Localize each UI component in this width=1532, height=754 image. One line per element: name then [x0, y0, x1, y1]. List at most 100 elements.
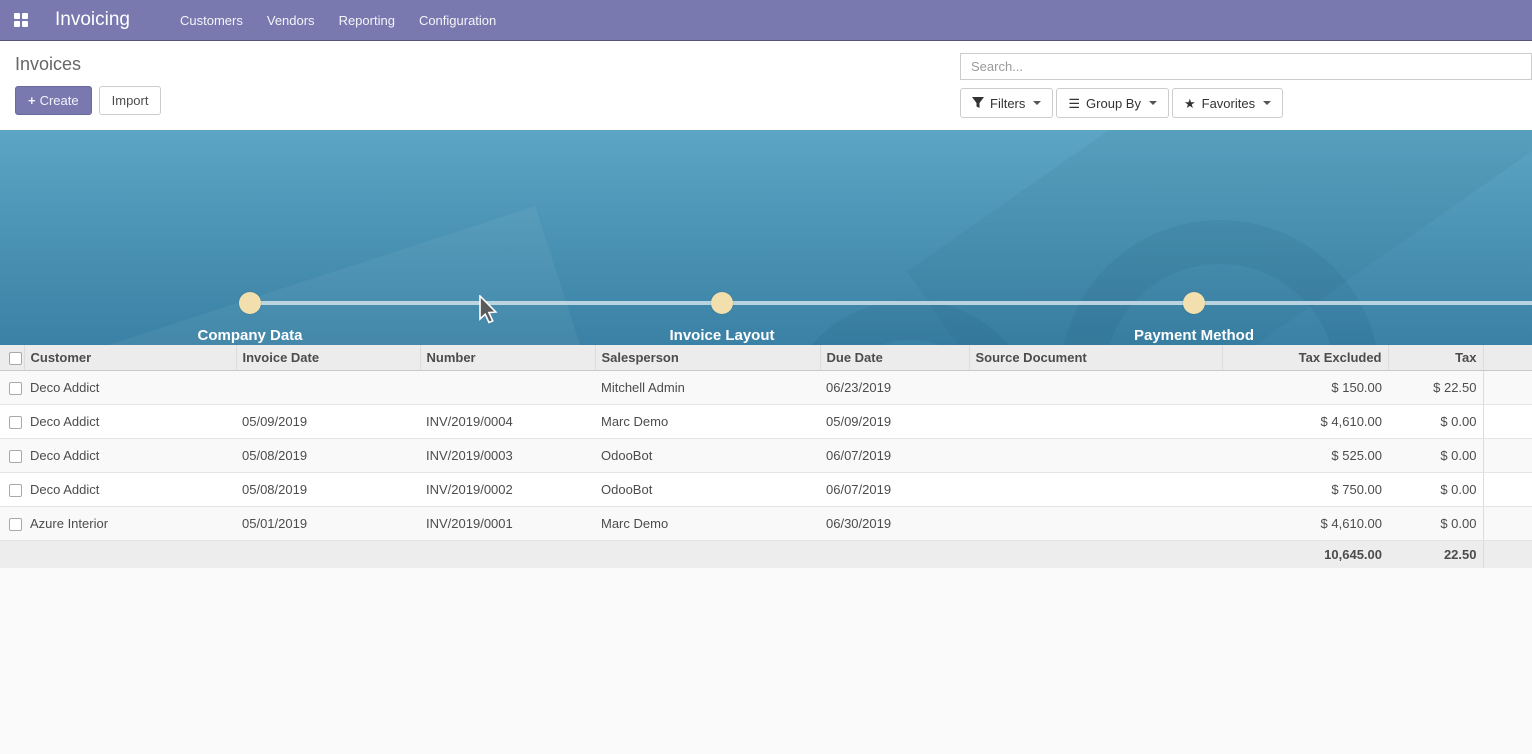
cell-source-document[interactable]: [969, 439, 1222, 473]
cell-tax[interactable]: $ 0.00: [1388, 439, 1483, 473]
group-by-icon: ☰: [1068, 97, 1080, 110]
cell-customer[interactable]: Azure Interior: [24, 507, 236, 541]
cell-salesperson[interactable]: OdooBot: [595, 473, 820, 507]
cell-source-document[interactable]: [969, 507, 1222, 541]
caret-down-icon: [1149, 101, 1157, 105]
onboarding-step-invoice-layout: Invoice Layout Customize the look of you…: [522, 292, 922, 345]
cell-salesperson[interactable]: Marc Demo: [595, 405, 820, 439]
cell-tax-excluded[interactable]: $ 750.00: [1222, 473, 1388, 507]
step-dot-icon: [239, 292, 261, 314]
top-navbar: Invoicing Customers Vendors Reporting Co…: [0, 0, 1532, 41]
cell-tax[interactable]: $ 0.00: [1388, 507, 1483, 541]
invoicing-app-window: { "navbar": { "app_name": "Invoicing", "…: [0, 0, 1532, 753]
cell-source-document[interactable]: [969, 405, 1222, 439]
step-title: Company Data: [50, 327, 450, 344]
favorites-button[interactable]: ★ Favorites: [1172, 88, 1283, 118]
onboarding-banner: Company Data Set your company's data for…: [0, 130, 1532, 345]
column-header-source-document[interactable]: Source Document: [969, 345, 1222, 371]
cell-due-date[interactable]: 06/30/2019: [820, 507, 969, 541]
row-checkbox[interactable]: [9, 450, 22, 463]
step-title: Invoice Layout: [522, 327, 922, 344]
column-header-invoice-date[interactable]: Invoice Date: [236, 345, 420, 371]
column-header-tax-excluded[interactable]: Tax Excluded: [1222, 345, 1388, 371]
column-header-salesperson[interactable]: Salesperson: [595, 345, 820, 371]
import-button[interactable]: Import: [99, 86, 162, 115]
table-totals-row: 10,645.00 22.50: [0, 541, 1532, 569]
cell-number[interactable]: INV/2019/0003: [420, 439, 595, 473]
apps-menu-icon[interactable]: [14, 13, 29, 28]
column-header-tax[interactable]: Tax: [1388, 345, 1483, 371]
control-panel: Invoices +Create Import Filters ☰ Group …: [0, 41, 1532, 130]
cell-due-date[interactable]: 06/07/2019: [820, 473, 969, 507]
search-area: Filters ☰ Group By ★ Favorites: [960, 53, 1532, 118]
cell-invoice-date[interactable]: 05/09/2019: [236, 405, 420, 439]
cell-number[interactable]: [420, 371, 595, 405]
cell-due-date[interactable]: 06/23/2019: [820, 371, 969, 405]
cell-source-document[interactable]: [969, 371, 1222, 405]
column-header-due-date[interactable]: Due Date: [820, 345, 969, 371]
table-row[interactable]: Azure Interior 05/01/2019 INV/2019/0001 …: [0, 507, 1532, 541]
column-header-customer[interactable]: Customer: [24, 345, 236, 371]
caret-down-icon: [1263, 101, 1271, 105]
menu-vendors[interactable]: Vendors: [255, 1, 327, 40]
create-button[interactable]: +Create: [15, 86, 92, 115]
row-checkbox[interactable]: [9, 416, 22, 429]
menu-customers[interactable]: Customers: [168, 1, 255, 40]
search-filter-buttons: Filters ☰ Group By ★ Favorites: [960, 88, 1532, 118]
onboarding-step-payment-method: Payment Method Configure your payment me…: [994, 292, 1394, 345]
table-row[interactable]: Deco Addict 05/09/2019 INV/2019/0004 Mar…: [0, 405, 1532, 439]
select-all-cell: [0, 345, 24, 371]
select-all-checkbox[interactable]: [9, 352, 22, 365]
cell-salesperson[interactable]: OdooBot: [595, 439, 820, 473]
cell-invoice-date[interactable]: 05/08/2019: [236, 473, 420, 507]
filters-button[interactable]: Filters: [960, 88, 1053, 118]
menu-configuration[interactable]: Configuration: [407, 1, 508, 40]
cell-invoice-date[interactable]: 05/08/2019: [236, 439, 420, 473]
app-title[interactable]: Invoicing: [55, 9, 130, 31]
cell-tax-excluded[interactable]: $ 4,610.00: [1222, 405, 1388, 439]
table-row[interactable]: Deco Addict 05/08/2019 INV/2019/0002 Odo…: [0, 473, 1532, 507]
step-title: Payment Method: [994, 327, 1394, 344]
caret-down-icon: [1033, 101, 1041, 105]
funnel-icon: [972, 97, 984, 109]
cell-source-document[interactable]: [969, 473, 1222, 507]
cell-customer[interactable]: Deco Addict: [24, 371, 236, 405]
cell-tax-excluded[interactable]: $ 4,610.00: [1222, 507, 1388, 541]
cell-customer[interactable]: Deco Addict: [24, 473, 236, 507]
table-header-row: Customer Invoice Date Number Salesperson…: [0, 345, 1532, 371]
row-checkbox[interactable]: [9, 382, 22, 395]
cell-tax[interactable]: $ 22.50: [1388, 371, 1483, 405]
cell-number[interactable]: INV/2019/0002: [420, 473, 595, 507]
cell-invoice-date[interactable]: [236, 371, 420, 405]
cell-customer[interactable]: Deco Addict: [24, 439, 236, 473]
table-row[interactable]: Deco Addict 05/08/2019 INV/2019/0003 Odo…: [0, 439, 1532, 473]
page-title: Invoices: [15, 54, 81, 75]
cell-tax[interactable]: $ 0.00: [1388, 405, 1483, 439]
cell-customer[interactable]: Deco Addict: [24, 405, 236, 439]
invoice-list-table: Customer Invoice Date Number Salesperson…: [0, 345, 1532, 568]
total-tax-excluded: 10,645.00: [1222, 541, 1388, 569]
column-header-number[interactable]: Number: [420, 345, 595, 371]
cell-tax[interactable]: $ 0.00: [1388, 473, 1483, 507]
star-icon: ★: [1184, 97, 1196, 110]
cell-number[interactable]: INV/2019/0001: [420, 507, 595, 541]
onboarding-step-company-data: Company Data Set your company's data for…: [50, 292, 450, 345]
action-buttons: +Create Import: [15, 86, 161, 115]
cell-salesperson[interactable]: Mitchell Admin: [595, 371, 820, 405]
cell-invoice-date[interactable]: 05/01/2019: [236, 507, 420, 541]
menu-reporting[interactable]: Reporting: [327, 1, 407, 40]
cell-tax-excluded[interactable]: $ 150.00: [1222, 371, 1388, 405]
table-row[interactable]: Deco Addict Mitchell Admin 06/23/2019 $ …: [0, 371, 1532, 405]
search-input[interactable]: [960, 53, 1532, 80]
plus-icon: +: [28, 93, 36, 108]
cell-salesperson[interactable]: Marc Demo: [595, 507, 820, 541]
total-tax: 22.50: [1388, 541, 1483, 569]
cell-number[interactable]: INV/2019/0004: [420, 405, 595, 439]
cell-due-date[interactable]: 05/09/2019: [820, 405, 969, 439]
cell-due-date[interactable]: 06/07/2019: [820, 439, 969, 473]
step-dot-icon: [711, 292, 733, 314]
row-checkbox[interactable]: [9, 518, 22, 531]
group-by-button[interactable]: ☰ Group By: [1056, 88, 1169, 118]
cell-tax-excluded[interactable]: $ 525.00: [1222, 439, 1388, 473]
row-checkbox[interactable]: [9, 484, 22, 497]
